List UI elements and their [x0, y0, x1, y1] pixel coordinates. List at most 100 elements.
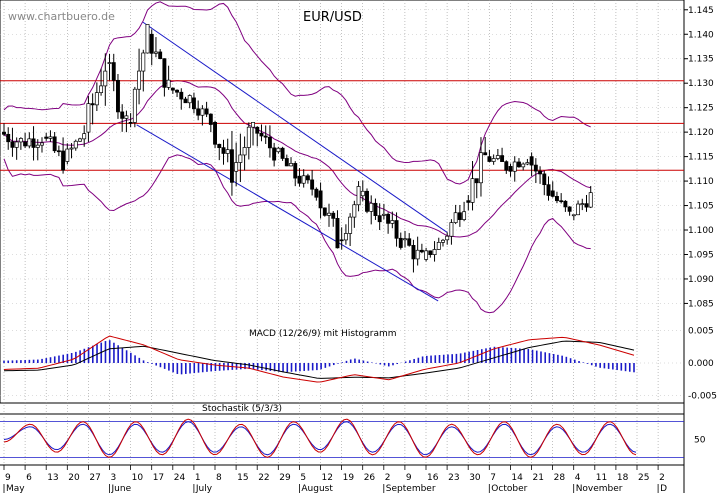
candle-body	[61, 150, 66, 171]
x-tick-label: 1	[195, 473, 201, 483]
candle-body	[14, 141, 19, 148]
candle-body	[289, 163, 293, 167]
x-tick-label: 12	[322, 473, 333, 483]
x-tick-label: 4	[575, 473, 581, 483]
x-tick-label: 21	[533, 473, 544, 483]
x-tick-label: 22	[258, 473, 269, 483]
candle-body	[6, 133, 11, 143]
x-tick-label: 5	[300, 473, 306, 483]
candle-body	[40, 142, 44, 146]
x-tick-label: 13	[47, 473, 58, 483]
candle-body	[546, 184, 551, 196]
candle-body	[500, 155, 505, 162]
candle-body	[272, 147, 277, 161]
candle-body	[491, 158, 496, 162]
y-tick-label: 1.105	[688, 202, 714, 212]
candle-body	[343, 233, 348, 241]
candle-body	[217, 143, 222, 148]
candle-body	[365, 190, 369, 212]
candle-body	[373, 202, 378, 216]
x-tick-label: 9	[406, 473, 412, 483]
candle-body	[580, 203, 585, 205]
candle-body	[495, 155, 500, 159]
candle-body	[238, 154, 243, 163]
candle-body	[18, 138, 23, 143]
candle-body	[137, 70, 142, 90]
candle-body	[576, 203, 581, 216]
candle-body	[445, 235, 450, 241]
y-tick-label: 1.125	[688, 104, 714, 114]
macd-tick-label: 0.000	[688, 359, 714, 369]
candle-body	[432, 249, 437, 255]
candle-body	[538, 170, 543, 175]
month-label: November	[576, 484, 623, 493]
candle-body	[23, 141, 28, 147]
candle-body	[470, 178, 475, 203]
candle-body	[166, 79, 171, 88]
candle-body	[103, 70, 108, 87]
candle-body	[466, 200, 471, 203]
candle-body	[158, 51, 163, 59]
y-tick-label: 1.090	[688, 275, 714, 285]
candle-body	[453, 212, 458, 223]
stoch-d-line	[3, 421, 637, 456]
candle-body	[73, 140, 78, 149]
candle-body	[293, 163, 298, 179]
candle-body	[52, 136, 57, 152]
x-tick-label: 6	[26, 473, 32, 483]
x-tick-label: 29	[279, 473, 291, 483]
chart-canvas: 1.145 1.140 1.135 1.130 1.125 1.120 1.115 1.110…	[0, 0, 717, 493]
candle-body	[554, 196, 559, 202]
candle-body	[196, 108, 201, 116]
macd-tick-label: 0.005	[688, 327, 714, 337]
candle-body	[533, 164, 538, 172]
candle-body	[263, 135, 268, 138]
candle-body	[99, 85, 104, 93]
x-tick-label: 2	[385, 473, 391, 483]
candle-body	[297, 175, 302, 184]
stoch-k-line	[3, 418, 637, 458]
month-label: May	[6, 484, 25, 493]
y-tick-label: 1.140	[688, 30, 714, 40]
candle-body	[234, 162, 239, 172]
candle-body	[428, 250, 433, 255]
candle-body	[162, 58, 167, 88]
candle-body	[588, 192, 593, 208]
candle-body	[208, 113, 213, 125]
candle-body	[170, 87, 175, 91]
candle-body	[559, 200, 564, 203]
x-tick-label: 20	[68, 473, 80, 483]
month-label: June	[111, 484, 132, 493]
candle-body	[120, 111, 125, 119]
candle-body	[529, 156, 534, 166]
candle-body	[35, 144, 40, 148]
candle-body	[179, 91, 184, 100]
x-tick-label: 16	[427, 473, 439, 483]
candle-body	[563, 200, 568, 208]
x-tick-label: 3	[111, 473, 117, 483]
month-label: September	[386, 484, 436, 493]
candle-body	[107, 62, 112, 64]
candle-body	[2, 131, 6, 135]
candle-body	[284, 158, 289, 167]
candle-body	[310, 179, 315, 190]
candle-body	[31, 138, 36, 148]
x-tick-label: 27	[89, 473, 100, 483]
x-tick-label: 7	[490, 473, 496, 483]
stoch-tick-label: 50	[694, 436, 706, 446]
candle-body	[407, 238, 412, 246]
x-tick-label: 25	[638, 473, 649, 483]
candle-body	[322, 207, 327, 216]
x-tick-label: 11	[596, 473, 607, 483]
candle-body	[90, 103, 95, 106]
x-tick-label: 8	[216, 473, 222, 483]
candle-body	[390, 220, 395, 224]
candle-body	[479, 152, 483, 184]
stochastic-title: Stochastik (5/3/3)	[202, 404, 282, 414]
candle-body	[419, 249, 424, 253]
candle-body	[356, 186, 361, 206]
x-tick-label: 10	[132, 473, 144, 483]
candle-body	[508, 166, 513, 172]
y-tick-label: 1.120	[688, 128, 714, 138]
candle-body	[550, 190, 555, 197]
